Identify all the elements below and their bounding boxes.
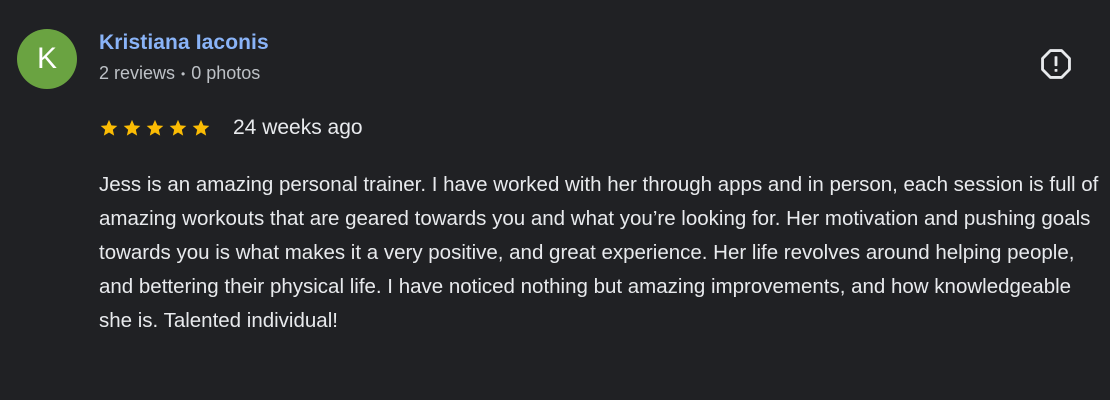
star-icon [146,119,164,136]
report-flag-icon [1041,49,1071,79]
star-icon [169,119,187,136]
review-date: 24 weeks ago [233,116,363,139]
rating-row: 24 weeks ago [99,116,363,140]
star-rating [99,118,211,138]
photos-count: 0 photos [191,63,261,83]
report-review-button[interactable] [1036,44,1076,84]
review-card: K Kristiana Iaconis 2 reviews • 0 photos… [0,0,1110,400]
star-icon [100,119,118,136]
review-text: Jess is an amazing personal trainer. I h… [99,173,1099,332]
avatar-initial: K [36,42,57,75]
reviews-count: 2 reviews [99,63,176,83]
meta-separator: • [181,66,186,81]
author-name-link[interactable]: Kristiana Iaconis [99,31,269,55]
star-icon [192,119,210,136]
avatar[interactable]: K [17,29,77,89]
author-meta: 2 reviews • 0 photos [99,63,260,84]
star-icon [123,119,141,136]
